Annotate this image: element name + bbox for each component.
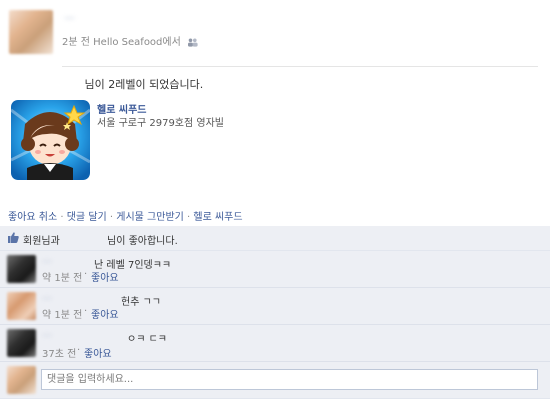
comment-link[interactable]: 댓글 달기: [67, 212, 107, 223]
commenter-name[interactable]: —: [42, 293, 112, 304]
comment-time[interactable]: 약 1분 전: [42, 269, 82, 284]
comment-text: ㅇㅋ ㄷㅋ: [127, 334, 167, 345]
commenter-avatar[interactable]: [7, 292, 36, 320]
likes-friend-name[interactable]: [72, 232, 106, 242]
game-app-icon[interactable]: [11, 100, 90, 180]
app-subtitle: 서울 구로구 2979호점 영자빌: [97, 118, 224, 129]
app-action-link[interactable]: 헬로 씨푸드: [193, 212, 242, 223]
comment-time[interactable]: 37초 전: [42, 345, 76, 360]
likes-text-right: 님이 좋아합니다.: [107, 236, 178, 247]
comment-like-link[interactable]: 좋아요: [91, 306, 119, 321]
post-meta: 2분 전 Hello Seafood에서: [62, 33, 198, 48]
friends-icon: [188, 38, 198, 47]
unlike-link[interactable]: 좋아요 취소: [8, 212, 57, 223]
post-time[interactable]: 2분 전: [62, 37, 90, 48]
post-via[interactable]: Hello Seafood에서: [93, 37, 181, 48]
separator-dot: ·: [84, 269, 88, 280]
action-bar: 좋아요 취소 · 댓글 달기 · 게시물 그만받기 · 헬로 씨푸드: [8, 208, 243, 223]
likes-row: 회원님과 님이 좋아합니다.: [0, 226, 550, 251]
post-message: — 님이 2레벨이 되었습니다.: [71, 76, 203, 92]
message-text: 님이 2레벨이 되었습니다.: [84, 78, 204, 91]
comment-item: — ㅇㅋ ㄷㅋ 37초 전 · 좋아요: [0, 325, 550, 362]
comment-like-link[interactable]: 좋아요: [91, 269, 119, 284]
comment-item: — 난 레벨 7인뎅ㅋㅋ 약 1분 전 · 좋아요: [0, 251, 550, 288]
likes-text-left: 회원님과: [23, 236, 60, 247]
comment-text: 헌추 ㄱㄱ: [121, 297, 161, 308]
message-author[interactable]: —: [71, 78, 82, 91]
comment-input[interactable]: [41, 369, 538, 390]
commenter-avatar[interactable]: [7, 329, 36, 357]
unfollow-link[interactable]: 게시물 그만받기: [116, 212, 184, 223]
commenter-avatar[interactable]: [7, 255, 36, 283]
separator-dot: ·: [77, 345, 81, 356]
comment-input-row: [0, 362, 550, 399]
separator-dot: ·: [84, 306, 88, 317]
comment-like-link[interactable]: 좋아요: [84, 345, 112, 360]
like-thumb-icon: [8, 232, 19, 246]
commenter-name[interactable]: —: [42, 256, 88, 267]
author-name[interactable]: —: [64, 11, 75, 24]
comment-time[interactable]: 약 1분 전: [42, 306, 82, 321]
comment-item: — 헌추 ㄱㄱ 약 1분 전 · 좋아요: [0, 288, 550, 325]
header-divider: [62, 66, 538, 67]
commenter-name[interactable]: —: [42, 330, 112, 341]
author-avatar[interactable]: [9, 10, 53, 54]
current-user-avatar: [7, 366, 36, 394]
